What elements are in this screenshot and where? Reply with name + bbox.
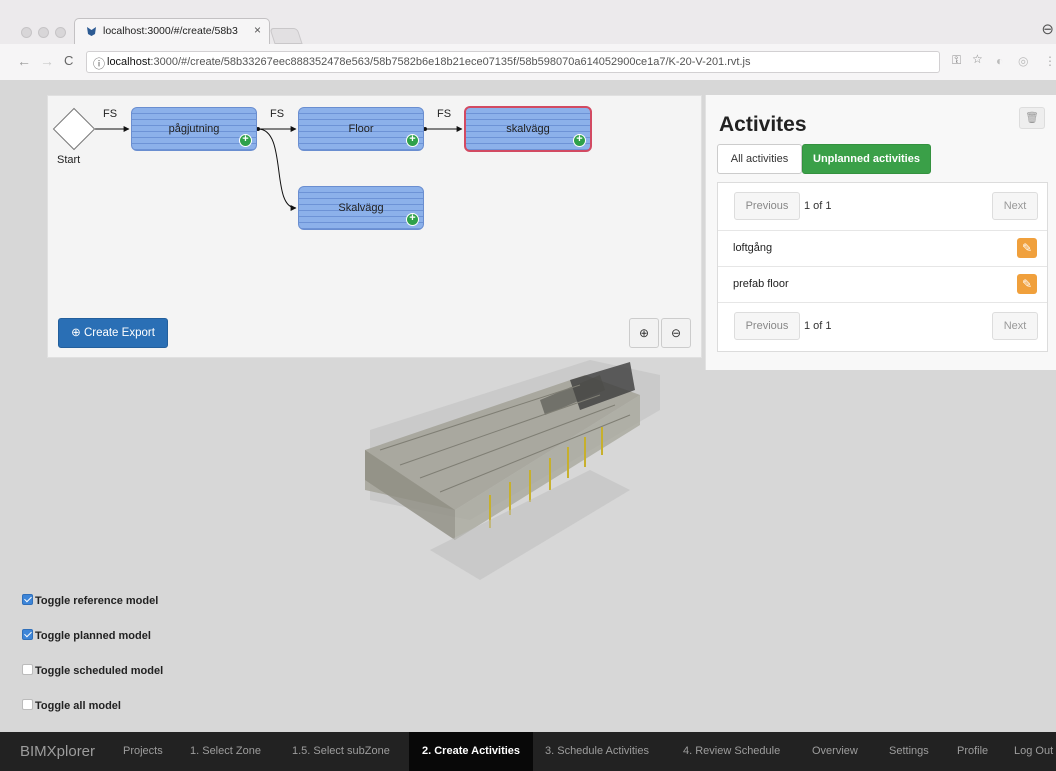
nav-profile[interactable]: Profile <box>957 732 988 771</box>
nav-review-schedule[interactable]: 4. Review Schedule <box>683 732 780 771</box>
start-label: Start <box>57 154 81 166</box>
brand-logo[interactable]: BIMXplorer <box>20 732 95 771</box>
tab-all-activities[interactable]: All activities <box>717 144 802 174</box>
next-button[interactable]: Next <box>992 192 1038 220</box>
pager-bottom: Previous 1 of 1 Next <box>718 303 1047 351</box>
trash-icon: 🗑 <box>1025 112 1039 124</box>
browser-chrome: localhost:3000/#/create/58b3 × ⊖ ← → C ⓘ… <box>0 0 1056 80</box>
node-label: Floor <box>348 123 374 135</box>
toggle-reference-model[interactable]: Toggle reference model <box>22 594 158 607</box>
nav-overview[interactable]: Overview <box>812 732 858 771</box>
delete-button[interactable]: 🗑 <box>1019 107 1045 129</box>
nav-projects[interactable]: Projects <box>123 732 163 771</box>
address-bar[interactable]: ⓘ localhost:3000/#/create/58b33267eec888… <box>86 51 940 73</box>
page-count: 1 of 1 <box>804 320 832 332</box>
node-label: Skalvägg <box>338 202 384 214</box>
previous-button[interactable]: Previous <box>734 312 800 340</box>
checkbox[interactable] <box>22 594 33 605</box>
tab-title: localhost:3000/#/create/58b3 <box>103 25 238 37</box>
create-export-label: Create Export <box>83 327 155 339</box>
toggle-label: Toggle planned model <box>35 630 151 642</box>
edge-pagjutning-skalvagg2 <box>257 128 297 211</box>
window-close-dot[interactable] <box>21 27 32 38</box>
new-tab-button[interactable] <box>269 28 303 44</box>
site-info-icon[interactable]: ⓘ <box>93 55 105 72</box>
pager-top: Previous 1 of 1 Next <box>718 183 1047 231</box>
nav-create-activities[interactable]: 2. Create Activities <box>409 732 534 771</box>
toggle-all-model[interactable]: Toggle all model <box>22 699 121 712</box>
nav-select-subzone[interactable]: 1.5. Select subZone <box>292 732 390 771</box>
menu-icon[interactable]: ⋮ <box>1044 54 1056 68</box>
profile-icon[interactable]: ⊖ <box>1041 20 1054 38</box>
extension-icon[interactable]: ◐ <box>996 54 1003 68</box>
list-item[interactable]: loftgång ✎ <box>718 231 1047 267</box>
activity-network-panel: FS FS FS Start pågjutning + Floor + skal… <box>47 95 702 358</box>
page-count: 1 of 1 <box>804 200 832 212</box>
checkbox[interactable] <box>22 699 33 710</box>
toggle-label: Toggle all model <box>35 700 121 712</box>
nav-select-zone[interactable]: 1. Select Zone <box>190 732 261 771</box>
node-label: pågjutning <box>168 123 220 135</box>
back-button[interactable]: ← <box>17 53 31 69</box>
building-model-3d[interactable] <box>340 350 680 610</box>
previous-button[interactable]: Previous <box>734 192 800 220</box>
nav-settings[interactable]: Settings <box>889 732 929 771</box>
tab-close-icon[interactable]: × <box>254 23 261 37</box>
browser-tab[interactable]: localhost:3000/#/create/58b3 × <box>74 18 270 44</box>
activity-node-pagjutning[interactable]: pågjutning + <box>131 107 257 151</box>
toggle-label: Toggle scheduled model <box>35 665 164 677</box>
export-icon: ⊕ <box>71 327 81 339</box>
node-label: skalvägg <box>506 123 550 135</box>
activity-node-skalvagg-selected[interactable]: skalvägg + <box>464 106 592 152</box>
zoom-out-button[interactable]: ⊖ <box>661 318 691 348</box>
edit-pencil-icon[interactable]: ✎ <box>1017 238 1037 258</box>
bookmark-star-icon[interactable]: ☆ <box>972 52 983 66</box>
activities-title: Activites <box>719 113 807 136</box>
add-successor-icon[interactable]: + <box>406 134 419 147</box>
activities-panel: Activites 🗑 All activities Unplanned act… <box>705 95 1056 370</box>
bottom-navbar: BIMXplorer Projects 1. Select Zone 1.5. … <box>0 732 1056 771</box>
forward-button[interactable]: → <box>40 53 54 69</box>
checkbox[interactable] <box>22 664 33 675</box>
create-export-button[interactable]: ⊕ Create Export <box>58 318 168 348</box>
window-minimize-dot[interactable] <box>38 27 49 38</box>
extension-2-icon[interactable]: ◎ <box>1018 54 1028 68</box>
url-host: localhost <box>107 56 151 68</box>
tab-unplanned-activities[interactable]: Unplanned activities <box>802 144 931 174</box>
checkbox[interactable] <box>22 629 33 640</box>
nav-log-out[interactable]: Log Out <box>1014 732 1053 771</box>
key-icon[interactable]: ⚿ <box>952 53 961 68</box>
edit-pencil-icon[interactable]: ✎ <box>1017 274 1037 294</box>
list-item[interactable]: prefab floor ✎ <box>718 267 1047 303</box>
favicon-icon <box>87 27 96 36</box>
toggle-label: Toggle reference model <box>35 595 159 607</box>
toggle-planned-model[interactable]: Toggle planned model <box>22 629 151 642</box>
zoom-in-button[interactable]: ⊕ <box>629 318 659 348</box>
edge-label: FS <box>103 108 118 120</box>
activities-list: Previous 1 of 1 Next loftgång ✎ prefab f… <box>717 182 1048 352</box>
toggle-scheduled-model[interactable]: Toggle scheduled model <box>22 664 163 677</box>
activity-name: loftgång <box>733 242 773 254</box>
edge-label: FS <box>270 108 285 120</box>
next-button[interactable]: Next <box>992 312 1038 340</box>
add-successor-icon[interactable]: + <box>573 134 586 147</box>
edge-label: FS <box>437 108 452 120</box>
add-successor-icon[interactable]: + <box>239 134 252 147</box>
app-viewport: FS FS FS Start pågjutning + Floor + skal… <box>0 80 1056 732</box>
url-text: localhost:3000/#/create/58b33267eec88835… <box>107 56 750 68</box>
reload-button[interactable]: C <box>64 53 73 68</box>
browser-toolbar: ← → C ⓘ localhost:3000/#/create/58b33267… <box>0 44 1056 80</box>
nav-schedule-activities[interactable]: 3. Schedule Activities <box>545 732 649 771</box>
activity-node-floor[interactable]: Floor + <box>298 107 424 151</box>
activity-name: prefab floor <box>733 278 789 290</box>
activity-node-skalvagg[interactable]: Skalvägg + <box>298 186 424 230</box>
add-successor-icon[interactable]: + <box>406 213 419 226</box>
window-maximize-dot[interactable] <box>55 27 66 38</box>
url-path: :3000/#/create/58b33267eec888352478e563/… <box>150 56 751 68</box>
